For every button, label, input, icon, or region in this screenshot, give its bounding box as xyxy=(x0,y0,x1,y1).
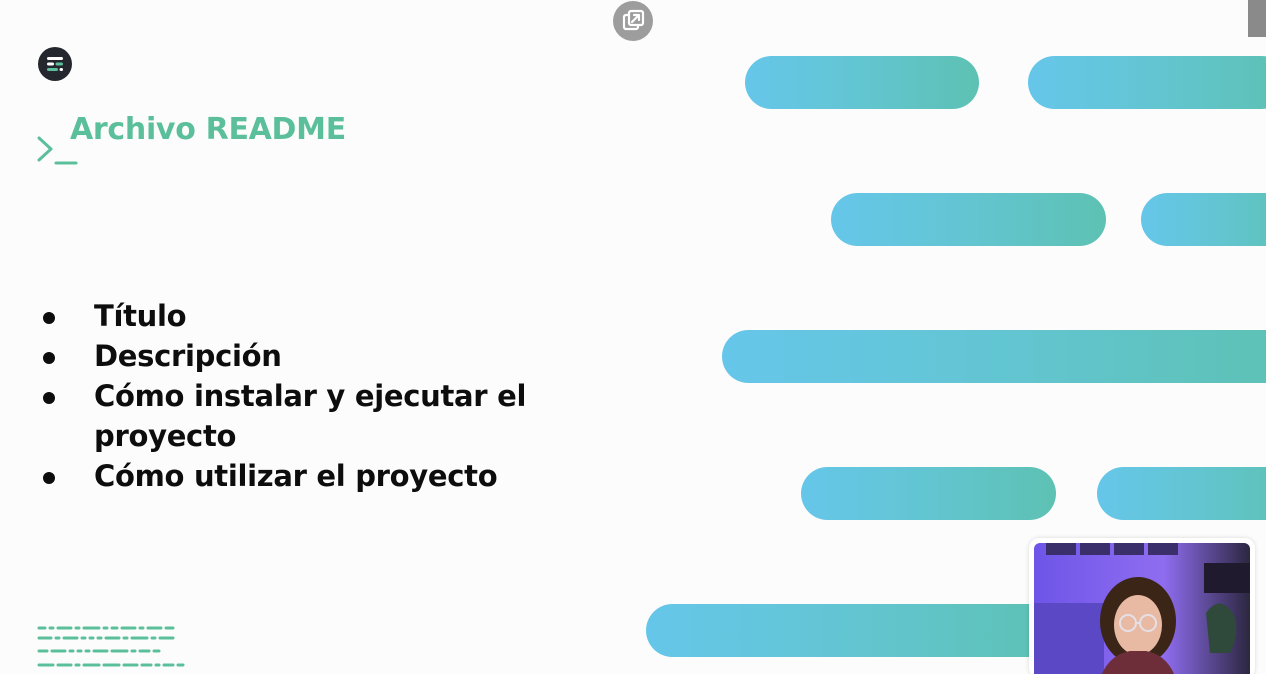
popout-icon xyxy=(622,9,645,31)
popout-button[interactable] xyxy=(613,1,653,41)
decor-bar xyxy=(1141,193,1266,246)
slide-title: Archivo README xyxy=(70,112,346,147)
corner-handle[interactable] xyxy=(1248,0,1266,37)
decor-bar xyxy=(722,330,1266,383)
decor-bar xyxy=(646,604,1066,657)
presenter-video xyxy=(1034,543,1250,674)
presentation-slide: Archivo README Título Descripción Cómo i… xyxy=(0,0,1266,674)
decor-bar xyxy=(801,467,1056,520)
decor-bar xyxy=(1028,56,1266,109)
logo-icon xyxy=(38,47,72,81)
bullet-item-titulo: Título xyxy=(40,296,560,336)
bullet-list: Título Descripción Cómo instalar y ejecu… xyxy=(40,296,560,496)
decor-bar xyxy=(745,56,979,109)
decor-bar xyxy=(1097,467,1266,520)
bullet-item-instalar: Cómo instalar y ejecutar el proyecto xyxy=(40,376,560,456)
webcam-overlay[interactable] xyxy=(1029,538,1255,674)
decor-bar xyxy=(831,193,1106,246)
dashes-decoration xyxy=(37,626,185,667)
bullet-item-descripcion: Descripción xyxy=(40,336,560,376)
bullet-item-utilizar: Cómo utilizar el proyecto xyxy=(40,456,560,496)
